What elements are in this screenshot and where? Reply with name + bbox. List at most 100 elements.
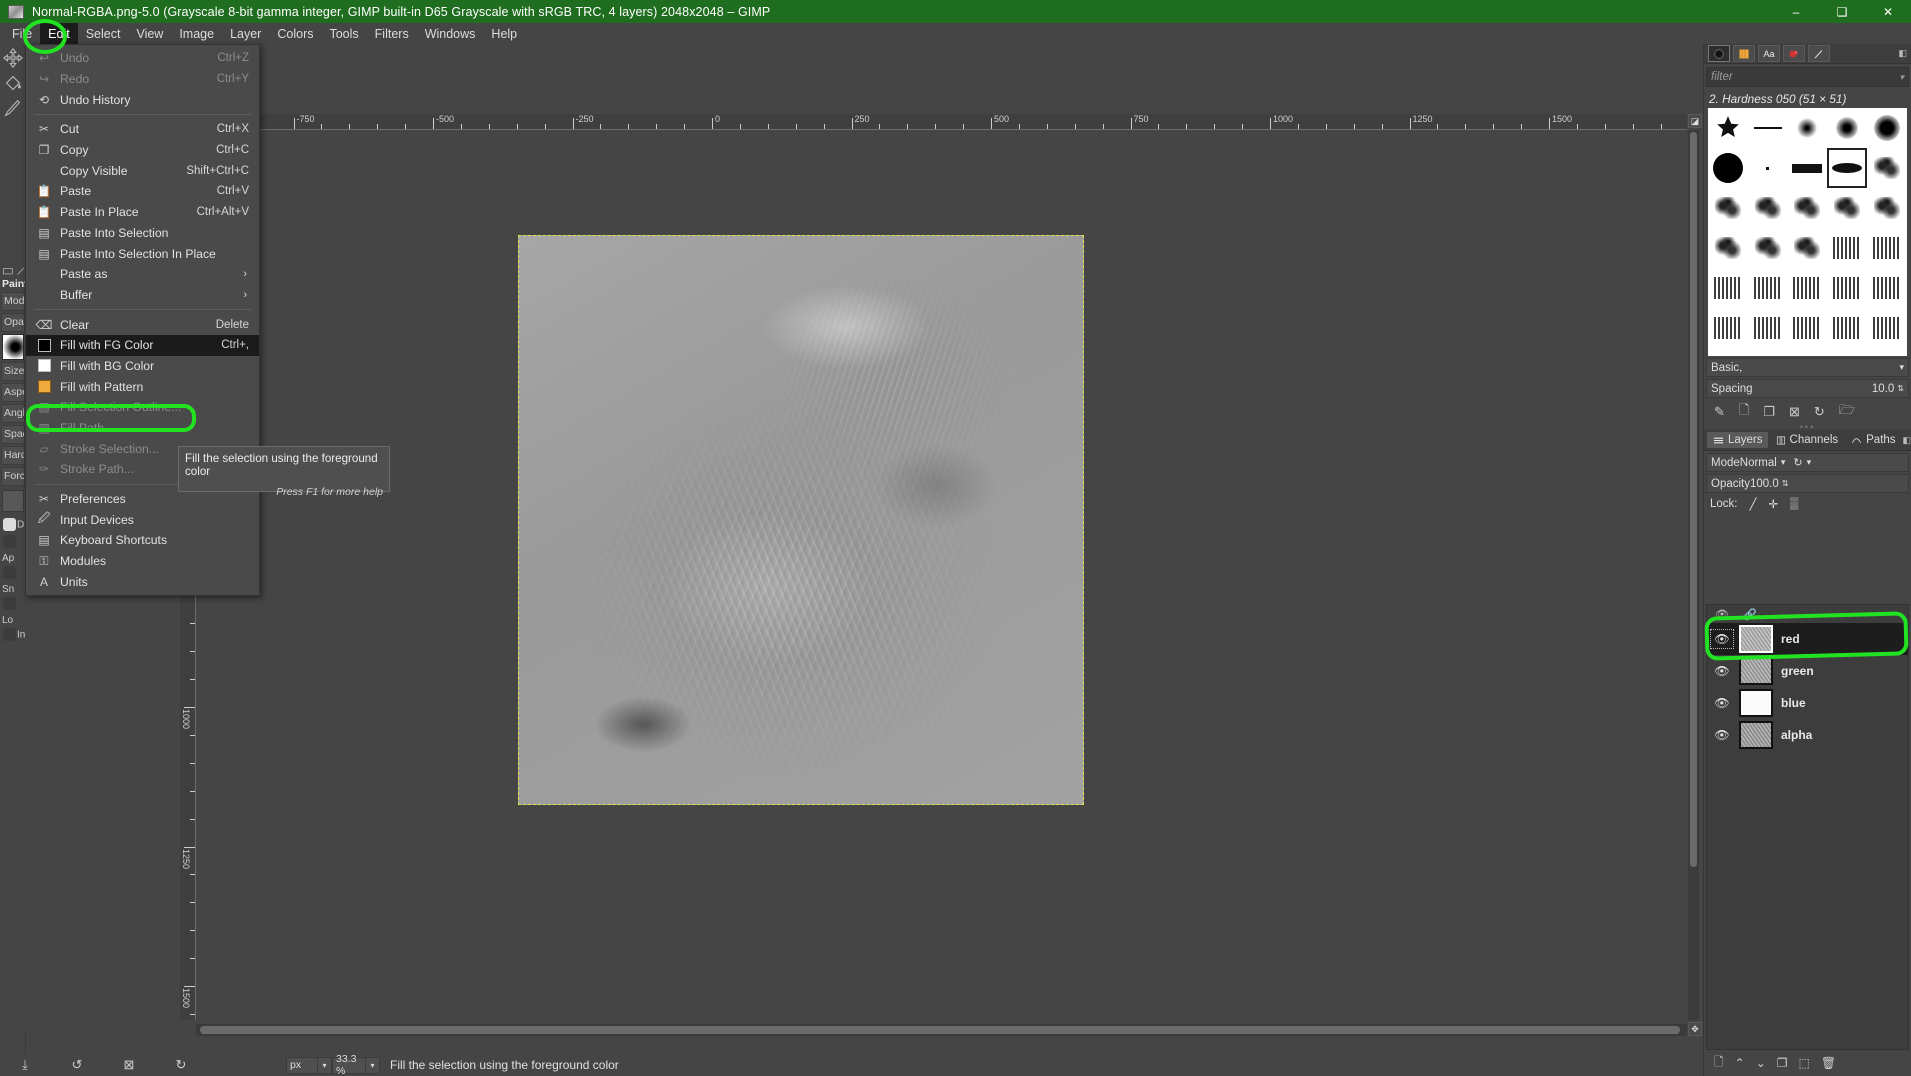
brush-tag-chevron-down-icon[interactable]: ▾: [1899, 362, 1904, 373]
visibility-eye-icon[interactable]: 👁: [1713, 632, 1731, 646]
layer-opacity-row[interactable]: Opacity 100.0 ⇅: [1706, 474, 1909, 493]
channel-to-selection-icon[interactable]: ⬚: [1799, 1056, 1810, 1070]
brush-swatch[interactable]: [1827, 268, 1867, 308]
image-selection[interactable]: [518, 235, 1084, 805]
channel-row-green[interactable]: 👁green: [1707, 655, 1908, 687]
menu-item-cut[interactable]: ✂CutCtrl+X: [26, 119, 259, 140]
vertical-scrollbar-thumb[interactable]: [1690, 132, 1697, 867]
brush-swatch[interactable]: [1748, 268, 1788, 308]
channel-row-blue[interactable]: 👁blue: [1707, 687, 1908, 719]
delete-channel-icon[interactable]: 🗑: [1821, 1056, 1836, 1070]
menu-item-buffer[interactable]: Buffer›: [26, 285, 259, 306]
tab-paths[interactable]: Paths: [1845, 432, 1900, 448]
checkbox-dynamics[interactable]: [3, 518, 16, 531]
lock-pixels-icon[interactable]: ╱: [1750, 497, 1757, 511]
image-canvas[interactable]: [196, 130, 1687, 1020]
brush-swatch[interactable]: [1827, 228, 1867, 268]
brush-swatch[interactable]: [1748, 108, 1788, 148]
brush-swatch[interactable]: [1867, 188, 1907, 228]
brush-swatch[interactable]: [1867, 308, 1907, 348]
channel-thumbnail[interactable]: [1739, 625, 1773, 653]
channel-list[interactable]: 👁🔗👁red👁green👁blue👁alpha: [1706, 604, 1909, 1050]
checkbox-apply-jitter[interactable]: [3, 535, 16, 548]
palettes-tab[interactable]: [1783, 45, 1805, 62]
brush-swatch[interactable]: [1708, 188, 1748, 228]
zoom-input[interactable]: 33.3 %: [332, 1057, 366, 1074]
visibility-eye-icon[interactable]: 👁: [1713, 696, 1731, 710]
menu-edit[interactable]: Edit: [40, 23, 78, 44]
tool-option-aspect[interactable]: Aspec: [1, 383, 25, 402]
layers-dock-menu-button[interactable]: ◧: [1903, 435, 1911, 446]
tool-option-angle[interactable]: Angle: [1, 404, 25, 423]
reset-icon[interactable]: ↻: [168, 1054, 194, 1076]
menu-item-clear[interactable]: ⌫ClearDelete: [26, 314, 259, 335]
paintbrush-tool-icon[interactable]: [2, 97, 24, 119]
menu-windows[interactable]: Windows: [417, 23, 484, 44]
menu-item-paste-into-selection-in-place[interactable]: ▤Paste Into Selection In Place: [26, 243, 259, 264]
unit-selector[interactable]: px: [286, 1057, 318, 1074]
cancel-icon[interactable]: ⊠: [116, 1054, 142, 1076]
layer-opacity-stepper[interactable]: ⇅: [1782, 479, 1789, 488]
zoom-chevron-down-icon[interactable]: ▾: [366, 1057, 380, 1074]
channel-thumbnail[interactable]: [1739, 721, 1773, 749]
tab-layers[interactable]: Layers: [1707, 432, 1768, 448]
menu-item-modules[interactable]: ⚿Modules: [26, 551, 259, 572]
brush-filter-input[interactable]: filter ▾: [1706, 67, 1909, 87]
menu-item-undo-history[interactable]: ⟲Undo History: [26, 89, 259, 110]
fonts-tab[interactable]: Aa: [1758, 45, 1780, 62]
brush-swatch[interactable]: [1867, 228, 1907, 268]
gradients-tab[interactable]: [1808, 45, 1830, 62]
maximize-button[interactable]: ❑: [1819, 0, 1865, 23]
visibility-eye-icon[interactable]: 👁: [1713, 728, 1731, 742]
brush-spacing-value[interactable]: 10.0: [1872, 383, 1894, 395]
menu-item-paste-as[interactable]: Paste as›: [26, 264, 259, 285]
menu-item-fill-with-pattern[interactable]: Fill with Pattern: [26, 376, 259, 397]
brush-swatch[interactable]: [1748, 308, 1788, 348]
brush-swatch[interactable]: [1788, 188, 1828, 228]
new-brush-icon[interactable]: 🗋: [1739, 401, 1749, 423]
checkbox-smooth-stroke[interactable]: [3, 566, 16, 579]
vertical-scrollbar[interactable]: [1688, 130, 1699, 1020]
brush-spacing-stepper[interactable]: ⇅: [1897, 384, 1904, 393]
brush-swatch[interactable]: [1748, 228, 1788, 268]
horizontal-scrollbar-thumb[interactable]: [200, 1026, 1680, 1034]
menu-image[interactable]: Image: [171, 23, 222, 44]
layer-opacity-value[interactable]: 100.0: [1750, 478, 1779, 490]
brush-filter-chevron-down-icon[interactable]: ▾: [1899, 72, 1904, 83]
channel-thumbnail[interactable]: [1739, 657, 1773, 685]
brush-spacing-row[interactable]: Spacing 10.0 ⇅: [1706, 379, 1909, 398]
checkbox-lock-brush[interactable]: [3, 597, 16, 610]
brush-swatch[interactable]: [1708, 228, 1748, 268]
tool-option-spacing[interactable]: Spaci: [1, 425, 25, 444]
channel-thumbnail[interactable]: [1739, 689, 1773, 717]
tool-option-force[interactable]: Force: [1, 467, 25, 486]
close-button[interactable]: ✕: [1865, 0, 1911, 23]
brush-swatch[interactable]: [1708, 268, 1748, 308]
brush-swatch[interactable]: [1827, 108, 1867, 148]
menu-item-paste[interactable]: 📋PasteCtrl+V: [26, 181, 259, 202]
brush-swatch[interactable]: [1748, 148, 1788, 188]
move-tool-icon[interactable]: [2, 47, 24, 69]
menu-item-fill-with-bg-color[interactable]: Fill with BG Color: [26, 356, 259, 377]
menu-item-keyboard-shortcuts[interactable]: ▤Keyboard Shortcuts: [26, 530, 259, 551]
bucket-fill-tool-icon[interactable]: [2, 72, 24, 94]
raise-channel-icon[interactable]: ⌃: [1735, 1056, 1745, 1070]
duplicate-brush-icon[interactable]: ❐: [1763, 404, 1775, 420]
brush-swatch[interactable]: [1867, 268, 1907, 308]
brush-tag-selector[interactable]: Basic, ▾: [1706, 358, 1909, 377]
layer-mode-reset-icon[interactable]: ↻: [1793, 456, 1802, 469]
layer-mode-row[interactable]: Mode Normal ▾ ↻ ▾: [1706, 453, 1909, 472]
brush-swatch[interactable]: [1788, 268, 1828, 308]
brush-swatch[interactable]: [1867, 348, 1907, 356]
delete-brush-icon[interactable]: ⊠: [1789, 404, 1800, 420]
edit-menu-popup[interactable]: ↩UndoCtrl+Z↪RedoCtrl+Y⟲Undo History✂CutC…: [25, 44, 260, 596]
tool-option-mode[interactable]: Mod: [1, 292, 25, 311]
brush-swatch[interactable]: [1827, 308, 1867, 348]
menu-tools[interactable]: Tools: [321, 23, 366, 44]
edit-brush-icon[interactable]: ✎: [1714, 404, 1725, 420]
layer-mode-extra-chevron-down-icon[interactable]: ▾: [1807, 457, 1812, 468]
dock-menu-button[interactable]: ◧: [1898, 48, 1907, 59]
new-channel-icon[interactable]: 🗋: [1714, 1053, 1724, 1074]
horizontal-scrollbar[interactable]: [196, 1024, 1687, 1036]
brush-swatch[interactable]: [1708, 108, 1748, 148]
